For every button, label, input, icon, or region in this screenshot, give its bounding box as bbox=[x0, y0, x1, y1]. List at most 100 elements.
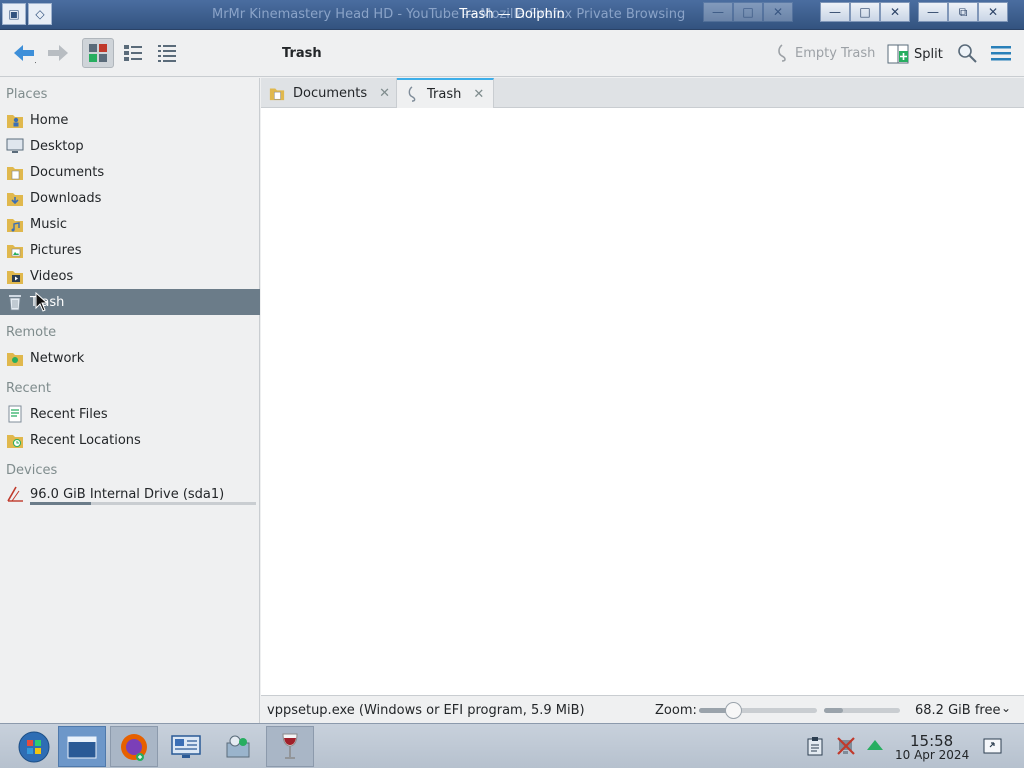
icons-view-icon bbox=[89, 44, 107, 62]
home-folder-icon bbox=[6, 111, 24, 129]
status-bar: vppsetup.exe (Windows or EFI program, 5.… bbox=[261, 695, 1024, 723]
close-tab-icon[interactable]: ✕ bbox=[379, 86, 390, 101]
details-view-button[interactable] bbox=[151, 38, 183, 68]
drive-usage-fill bbox=[30, 502, 92, 505]
forward-button[interactable] bbox=[42, 38, 74, 68]
back-button[interactable] bbox=[8, 38, 40, 68]
compact-view-icon bbox=[124, 45, 142, 61]
taskbar-system-settings[interactable] bbox=[162, 726, 210, 767]
close-button-2[interactable]: ✕ bbox=[978, 2, 1008, 22]
sidebar-item-downloads[interactable]: Downloads bbox=[0, 185, 260, 211]
sidebar-item-label: 96.0 GiB Internal Drive (sda1) bbox=[30, 486, 225, 502]
hamburger-menu-button[interactable] bbox=[990, 44, 1012, 66]
documents-folder-icon bbox=[6, 163, 24, 181]
firefox-icon bbox=[121, 733, 147, 761]
drive-icon bbox=[6, 485, 24, 503]
updates-tray-icon[interactable] bbox=[865, 736, 885, 756]
minimize-button-2[interactable]: — bbox=[918, 2, 948, 22]
close-tab-icon[interactable]: ✕ bbox=[473, 87, 484, 102]
split-view-icon bbox=[887, 44, 909, 64]
tab-trash[interactable]: Trash ✕ bbox=[397, 78, 494, 108]
background-window-controls: — □ ✕ bbox=[703, 2, 793, 24]
taskbar-dolphin[interactable] bbox=[58, 726, 106, 767]
restore-button-2[interactable]: ⧉ bbox=[948, 2, 978, 22]
icons-view-button[interactable] bbox=[82, 38, 114, 68]
tab-documents[interactable]: Documents ✕ bbox=[261, 78, 397, 108]
sidebar-item-label: Recent Locations bbox=[30, 432, 141, 448]
sidebar-item-videos[interactable]: Videos bbox=[0, 263, 260, 289]
tab-bar: Documents ✕ Trash ✕ bbox=[261, 78, 1024, 108]
sidebar-item-label: Home bbox=[30, 112, 69, 128]
music-folder-icon bbox=[6, 215, 24, 233]
sidebar-item-recent-files[interactable]: Recent Files bbox=[0, 401, 260, 427]
taskbar-firefox[interactable] bbox=[110, 726, 158, 767]
sidebar-item-documents[interactable]: Documents bbox=[0, 159, 260, 185]
sidebar-item-music[interactable]: Music bbox=[0, 211, 260, 237]
chevron-down-icon[interactable]: ⌄ bbox=[1001, 701, 1011, 715]
desktop-icon bbox=[6, 137, 24, 155]
empty-trash-label: Empty Trash bbox=[795, 45, 876, 61]
free-space-bar bbox=[824, 708, 900, 713]
pictures-folder-icon bbox=[6, 241, 24, 259]
sidebar-item-home[interactable]: Home bbox=[0, 107, 260, 133]
zoom-slider-handle[interactable] bbox=[725, 702, 743, 719]
mouse-pointer-icon bbox=[35, 292, 49, 312]
drive-usage-bar bbox=[30, 502, 256, 505]
search-icon bbox=[958, 44, 977, 63]
network-disconnected-tray-icon[interactable] bbox=[836, 736, 856, 756]
section-recent: Recent bbox=[6, 381, 51, 396]
selection-info: vppsetup.exe (Windows or EFI program, 5.… bbox=[267, 703, 585, 718]
window-titlebar: ▣ ◇ MrMr Kinemastery Head HD - YouTube —… bbox=[0, 0, 1024, 30]
compact-view-button[interactable] bbox=[117, 38, 149, 68]
wine-glass-icon bbox=[282, 733, 298, 759]
sidebar-item-label: Desktop bbox=[30, 138, 84, 154]
trash-icon bbox=[6, 293, 24, 311]
videos-folder-icon bbox=[6, 267, 24, 285]
sidebar-item-desktop[interactable]: Desktop bbox=[0, 133, 260, 159]
network-folder-icon bbox=[6, 349, 24, 367]
location-label: Trash bbox=[282, 46, 322, 61]
bg-maximize-icon: □ bbox=[733, 2, 763, 22]
minimize-button[interactable]: — bbox=[820, 2, 850, 22]
split-label: Split bbox=[914, 46, 943, 62]
zoom-slider[interactable] bbox=[699, 702, 817, 719]
clipboard-tray-icon[interactable] bbox=[806, 736, 826, 756]
recent-files-icon bbox=[6, 405, 24, 423]
sidebar-item-pictures[interactable]: Pictures bbox=[0, 237, 260, 263]
hamburger-menu-icon bbox=[991, 46, 1011, 61]
sidebar-item-label: Network bbox=[30, 350, 85, 366]
show-desktop-icon[interactable] bbox=[982, 736, 1004, 756]
settings-monitor-icon bbox=[171, 734, 201, 758]
empty-trash-icon bbox=[778, 44, 786, 62]
split-button[interactable]: Split bbox=[887, 44, 943, 64]
free-space-fill bbox=[824, 708, 843, 713]
search-button[interactable] bbox=[956, 42, 978, 68]
window-controls: — □ ✕ bbox=[820, 2, 910, 24]
file-view[interactable] bbox=[261, 108, 1024, 695]
clock-date[interactable]: 10 Apr 2024 bbox=[895, 748, 969, 762]
sidebar-item-label: Documents bbox=[30, 164, 105, 180]
sidebar-item-label: Downloads bbox=[30, 190, 102, 206]
taskbar-wine[interactable] bbox=[266, 726, 314, 767]
places-panel: Places Home Desktop Documents Downloads … bbox=[0, 78, 260, 723]
start-menu-button[interactable] bbox=[10, 726, 58, 767]
taskbar-package-manager[interactable] bbox=[214, 726, 262, 767]
bg-close-icon: ✕ bbox=[763, 2, 793, 22]
back-arrow-icon bbox=[14, 45, 36, 64]
free-space-label[interactable]: 68.2 GiB free bbox=[915, 703, 1000, 718]
sidebar-item-network[interactable]: Network bbox=[0, 345, 260, 371]
sidebar-item-recent-locations[interactable]: Recent Locations bbox=[0, 427, 260, 453]
details-view-icon bbox=[158, 45, 176, 62]
start-orb-icon bbox=[18, 731, 50, 762]
maximize-button[interactable]: □ bbox=[850, 2, 880, 22]
empty-trash-button[interactable]: Empty Trash bbox=[775, 44, 875, 62]
main-toolbar: Trash Empty Trash Split bbox=[0, 30, 1024, 77]
package-icon bbox=[226, 735, 250, 757]
close-button[interactable]: ✕ bbox=[880, 2, 910, 22]
sidebar-item-label: Recent Files bbox=[30, 406, 108, 422]
section-remote: Remote bbox=[6, 325, 57, 340]
recent-locations-icon bbox=[6, 431, 24, 449]
empty-trash-icon bbox=[408, 86, 416, 102]
dolphin-folder-icon bbox=[67, 736, 97, 758]
tab-label: Documents bbox=[293, 85, 368, 101]
